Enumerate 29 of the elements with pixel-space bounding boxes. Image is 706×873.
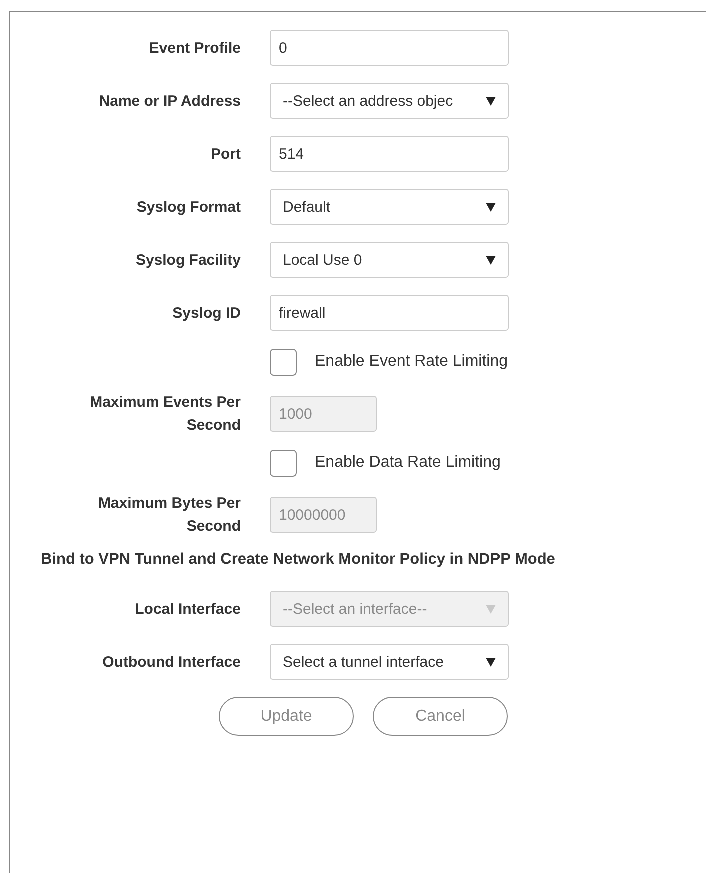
caret-icon: [486, 202, 496, 212]
field-label: Syslog Format: [136, 198, 241, 218]
input-field[interactable]: 0: [270, 30, 509, 66]
field-label: Syslog Facility: [134, 250, 241, 270]
caret-icon: [486, 657, 496, 667]
field-label: Maximum Bytes Per Second: [97, 494, 241, 537]
caret-icon: [486, 604, 496, 614]
field-label: Syslog ID: [172, 304, 241, 324]
field-label: Local Interface: [134, 600, 241, 620]
checkbox[interactable]: [270, 450, 297, 476]
dropdown[interactable]: Select a tunnel interface: [270, 644, 509, 680]
section-heading: Bind to VPN Tunnel and Create Network Monitor Policy in NDPP Mode: [41, 550, 556, 570]
checkbox-label: Enable Data Rate Limiting: [315, 454, 501, 472]
caret-icon: [486, 96, 496, 106]
input-field[interactable]: firewall: [270, 295, 509, 331]
field-label: Name or IP Address: [98, 92, 241, 112]
checkbox[interactable]: [270, 348, 297, 376]
field-label: Outbound Interface: [102, 652, 241, 672]
field-label: Event Profile: [148, 38, 241, 58]
dropdown[interactable]: --Select an address objec: [270, 83, 509, 119]
field-label: Maximum Events Per Second: [89, 393, 241, 436]
field-label: Port: [210, 144, 241, 164]
update-button[interactable]: Update: [219, 697, 354, 736]
cancel-button[interactable]: Cancel: [373, 697, 508, 736]
dropdown[interactable]: Default: [270, 189, 509, 225]
dropdown[interactable]: Local Use 0: [270, 242, 509, 278]
caret-icon: [486, 255, 496, 265]
checkbox-label: Enable Event Rate Limiting: [315, 353, 508, 371]
input-field[interactable]: 514: [270, 136, 509, 172]
